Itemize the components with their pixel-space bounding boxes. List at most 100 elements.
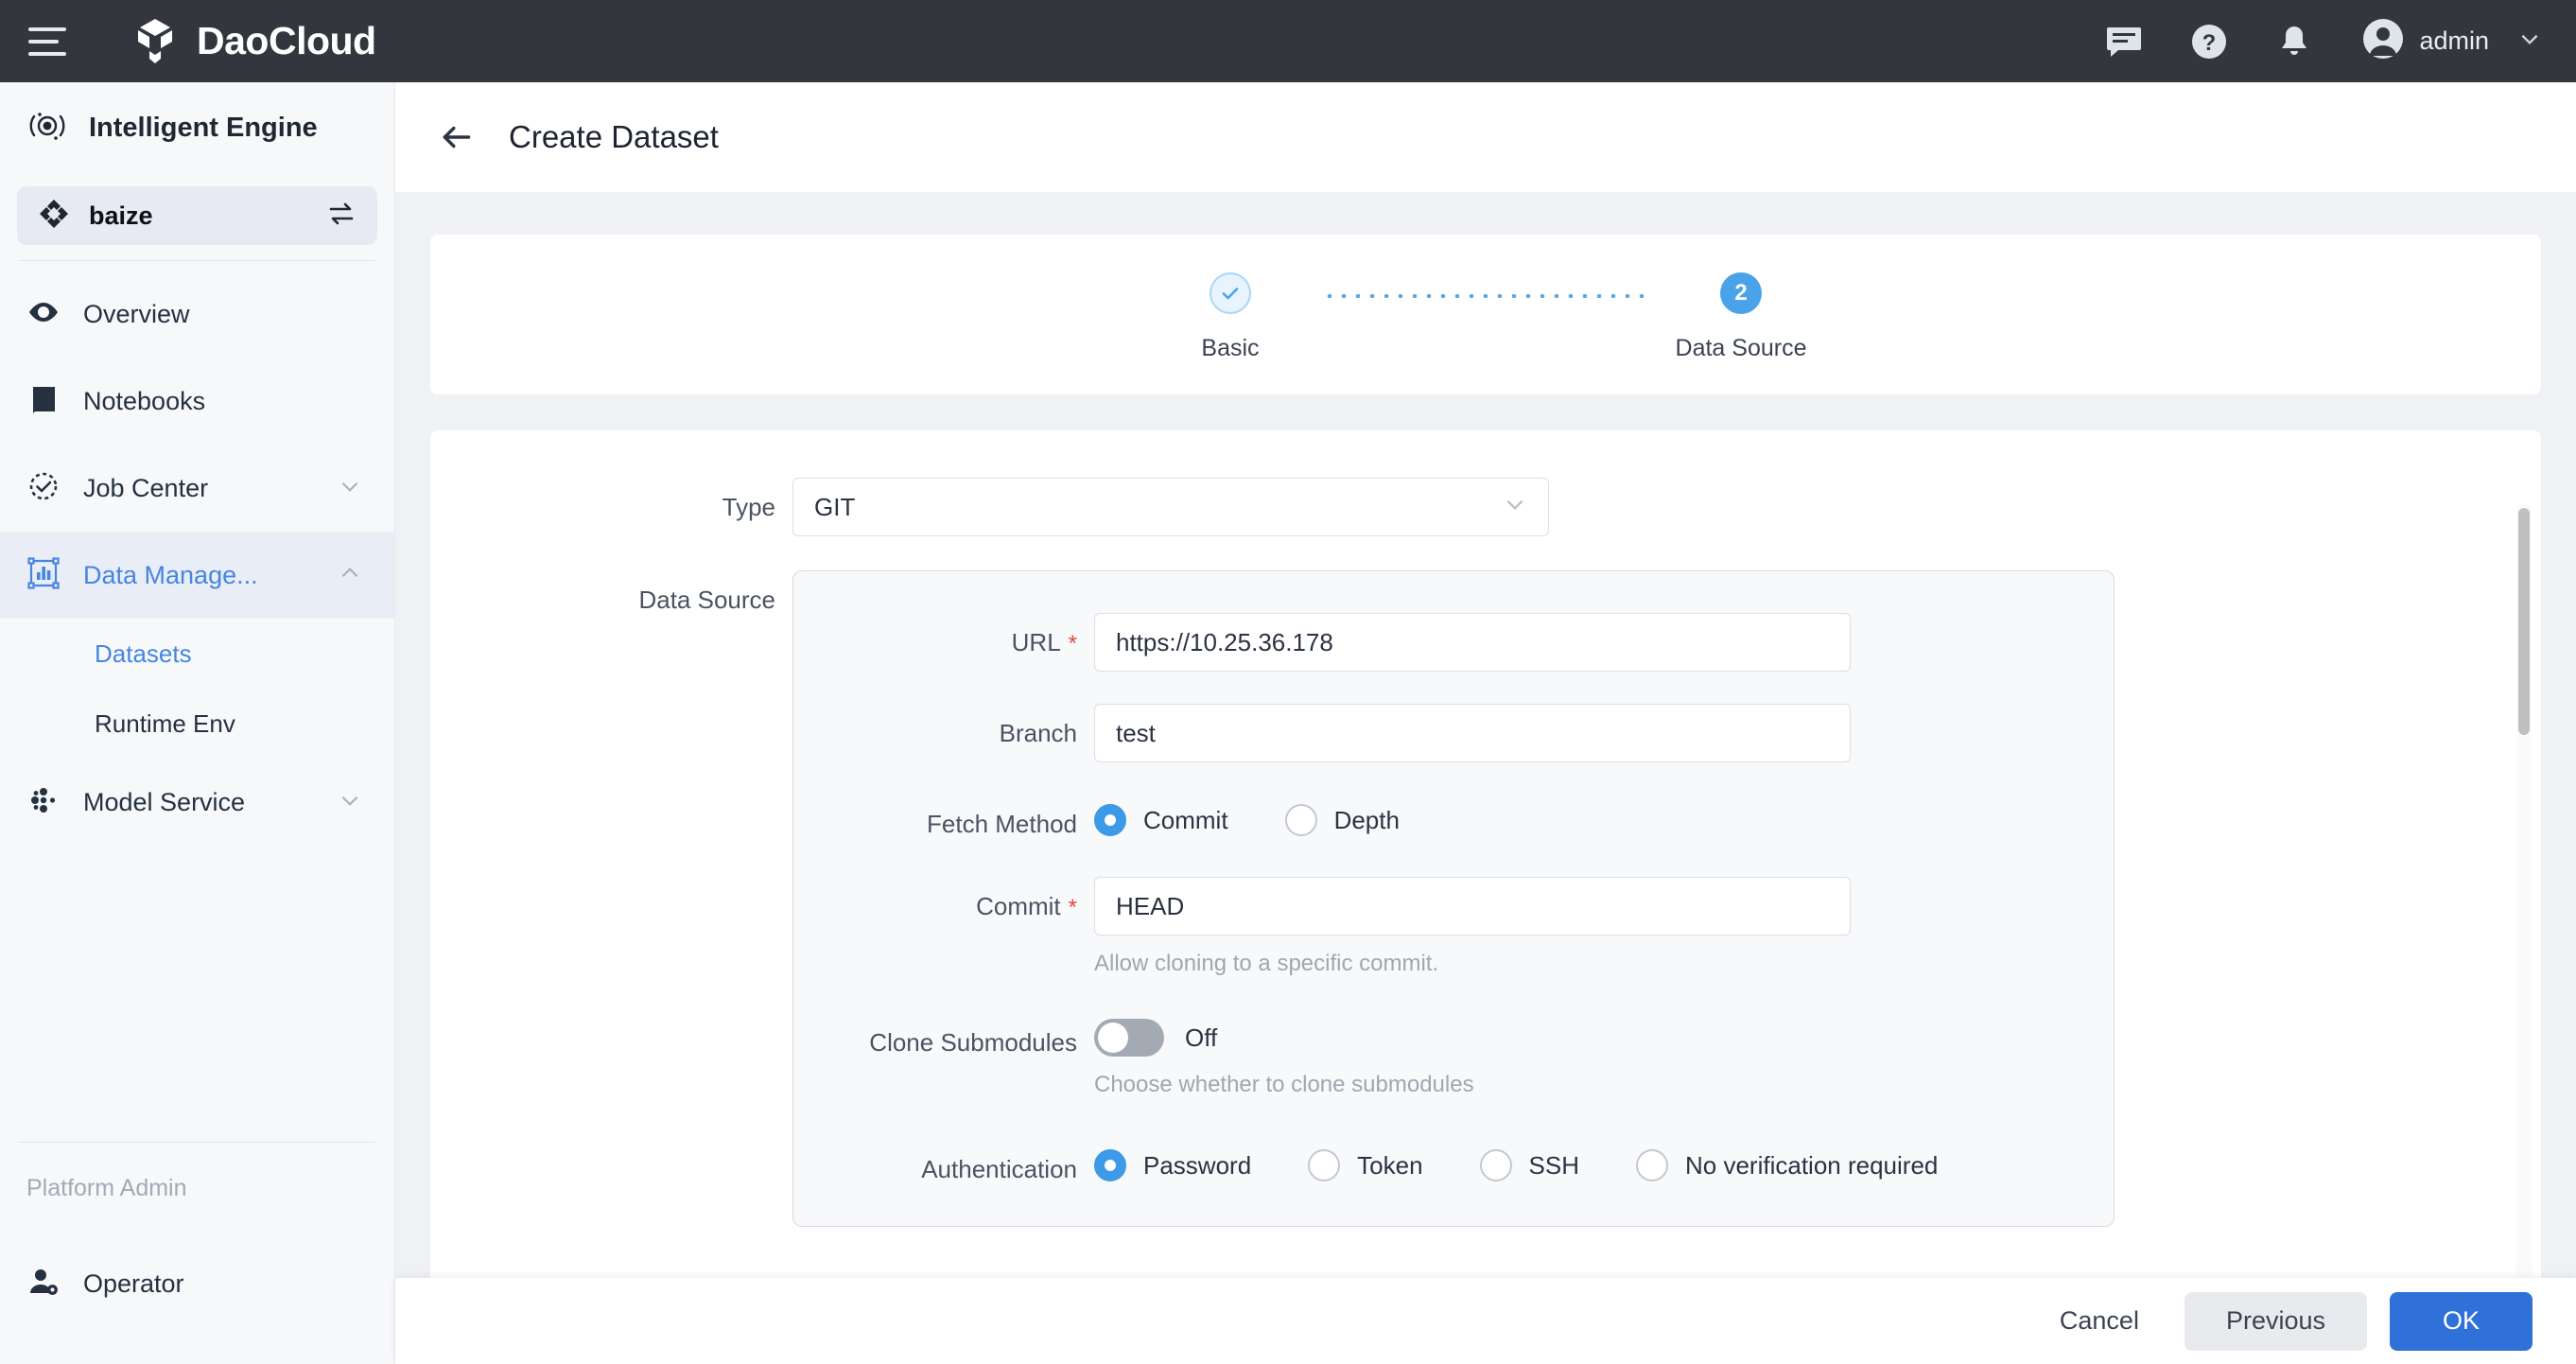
sidebar-item-notebooks[interactable]: Notebooks — [0, 358, 394, 445]
radio-dot-icon — [1636, 1149, 1669, 1181]
authentication-field-wrap: Password Token SSH No verification requi… — [1094, 1140, 1994, 1181]
field-branch: Branch test — [793, 704, 2114, 762]
radio-auth-password[interactable]: Password — [1094, 1149, 1251, 1181]
sidebar-subitem-runtime-env[interactable]: Runtime Env — [0, 689, 394, 759]
sidebar-item-label: Job Center — [83, 473, 209, 502]
daocloud-logo-icon — [131, 17, 180, 66]
commit-label-text: Commit — [976, 892, 1061, 920]
sidebar-item-label: Data Manage... — [83, 560, 258, 589]
bell-icon[interactable] — [2270, 17, 2319, 66]
field-data-source: Data Source URL * https://10.25.36.178 B… — [430, 570, 2541, 1227]
sidebar-item-label: Model Service — [83, 787, 246, 816]
brand-name: DaoCloud — [197, 19, 376, 62]
radio-dot-icon — [1094, 804, 1126, 836]
chevron-down-icon — [1503, 492, 1527, 523]
radio-dot-icon — [1479, 1149, 1512, 1181]
field-commit: Commit * HEAD Allow cloning to a specific… — [793, 877, 2114, 977]
required-marker: * — [1068, 631, 1077, 656]
sidebar-item-label: Overview — [83, 299, 190, 328]
type-label: Type — [722, 493, 775, 521]
step-label: Data Source — [1675, 335, 1807, 361]
page-title: Create Dataset — [509, 119, 719, 154]
sidebar-item-model-service[interactable]: Model Service — [0, 759, 394, 846]
top-bar: DaoCloud ? admin — [0, 0, 2576, 82]
previous-button[interactable]: Previous — [2184, 1291, 2367, 1351]
chat-icon[interactable] — [2099, 17, 2149, 66]
sidebar-item-data-management[interactable]: Data Manage... — [0, 532, 394, 619]
bar-chart-icon — [26, 556, 61, 595]
sidebar-product[interactable]: Intelligent Engine — [0, 82, 394, 173]
sidebar-subitem-label: Runtime Env — [95, 708, 235, 738]
branch-input[interactable]: test — [1094, 704, 1851, 762]
step-basic[interactable]: Basic — [1136, 272, 1325, 362]
avatar — [2362, 18, 2404, 64]
stepper: Basic 2 Data Source — [430, 235, 2541, 394]
radio-auth-none[interactable]: No verification required — [1636, 1149, 1938, 1181]
sidebar-subitem-datasets[interactable]: Datasets — [0, 619, 394, 689]
field-type: Type GIT — [430, 478, 2541, 536]
url-label: URL * — [793, 613, 1077, 657]
workspace-selector[interactable]: baize — [17, 186, 377, 245]
radio-fetch-depth[interactable]: Depth — [1284, 804, 1400, 836]
radio-label: No verification required — [1685, 1150, 1939, 1180]
chevron-down-icon[interactable] — [338, 788, 362, 817]
commit-input[interactable]: HEAD — [1094, 877, 1851, 936]
form-scrollbar-track[interactable] — [2516, 504, 2532, 1346]
chevron-down-icon[interactable] — [338, 474, 362, 503]
commit-label: Commit * — [793, 877, 1077, 921]
toggle-state-label: Off — [1185, 1023, 1218, 1052]
radio-label: Depth — [1333, 805, 1400, 834]
page-header: Create Dataset — [395, 82, 2576, 192]
required-marker: * — [1068, 895, 1077, 920]
field-url: URL * https://10.25.36.178 — [793, 613, 2114, 672]
user-gear-icon — [26, 1265, 61, 1303]
data-source-label: Data Source — [638, 586, 775, 614]
sidebar-item-label: Operator — [83, 1268, 184, 1298]
form-scrollbar-thumb[interactable] — [2518, 508, 2530, 735]
radio-dot-icon — [1284, 804, 1317, 836]
sidebar-item-job-center[interactable]: Job Center — [0, 445, 394, 532]
authentication-label: Authentication — [921, 1155, 1077, 1183]
sidebar-item-operator[interactable]: Operator — [0, 1246, 395, 1321]
url-label-text: URL — [1011, 628, 1061, 656]
radio-label: Token — [1357, 1150, 1423, 1180]
arrow-left-icon[interactable] — [435, 115, 479, 159]
branch-field-wrap: test — [1094, 704, 1851, 762]
chevron-down-icon — [2517, 26, 2542, 56]
clone-submodules-field-wrap: Off Choose whether to clone submodules — [1094, 1013, 1474, 1098]
sidebar-section-label: Platform Admin — [26, 1175, 187, 1201]
sidebar-item-label: Notebooks — [83, 386, 206, 415]
switch-workspace-icon[interactable] — [326, 199, 357, 234]
url-input-value: https://10.25.36.178 — [1116, 627, 1333, 656]
help-icon[interactable]: ? — [2184, 17, 2234, 66]
radio-label: SSH — [1528, 1150, 1580, 1180]
clone-submodules-toggle[interactable] — [1094, 1019, 1164, 1057]
step-data-source[interactable]: 2 Data Source — [1646, 272, 1836, 362]
commit-input-value: HEAD — [1116, 891, 1185, 920]
brand[interactable]: DaoCloud — [131, 17, 376, 66]
type-select[interactable]: GIT — [792, 478, 1549, 536]
form: Type GIT Data Source URL * https://10.25… — [430, 430, 2541, 1227]
url-input[interactable]: https://10.25.36.178 — [1094, 613, 1851, 672]
check-circle-icon — [26, 469, 61, 508]
radio-fetch-commit[interactable]: Commit — [1094, 804, 1228, 836]
radio-auth-ssh[interactable]: SSH — [1479, 1149, 1580, 1181]
step-number-badge: 2 — [1720, 272, 1762, 314]
step-done-check-icon — [1210, 272, 1251, 314]
workspace-name: baize — [89, 201, 153, 230]
radio-auth-token[interactable]: Token — [1308, 1149, 1423, 1181]
ok-button[interactable]: OK — [2389, 1291, 2532, 1351]
stepper-card: Basic 2 Data Source — [430, 235, 2541, 394]
user-menu[interactable]: admin — [2362, 18, 2542, 64]
sidebar-item-overview[interactable]: Overview — [0, 271, 394, 358]
chevron-up-icon[interactable] — [338, 561, 362, 590]
type-select-value: GIT — [814, 492, 856, 521]
product-name: Intelligent Engine — [89, 112, 318, 143]
cancel-button[interactable]: Cancel — [2037, 1292, 2162, 1351]
clone-submodules-label: Clone Submodules — [869, 1028, 1077, 1057]
footer-actions: Cancel Previous OK — [395, 1278, 2576, 1364]
workspace-icon — [38, 198, 70, 235]
hamburger-icon[interactable] — [28, 26, 66, 56]
authentication-radio-group: Password Token SSH No verification requi… — [1094, 1140, 1994, 1181]
clone-submodules-toggle-wrap: Off — [1094, 1013, 1474, 1057]
